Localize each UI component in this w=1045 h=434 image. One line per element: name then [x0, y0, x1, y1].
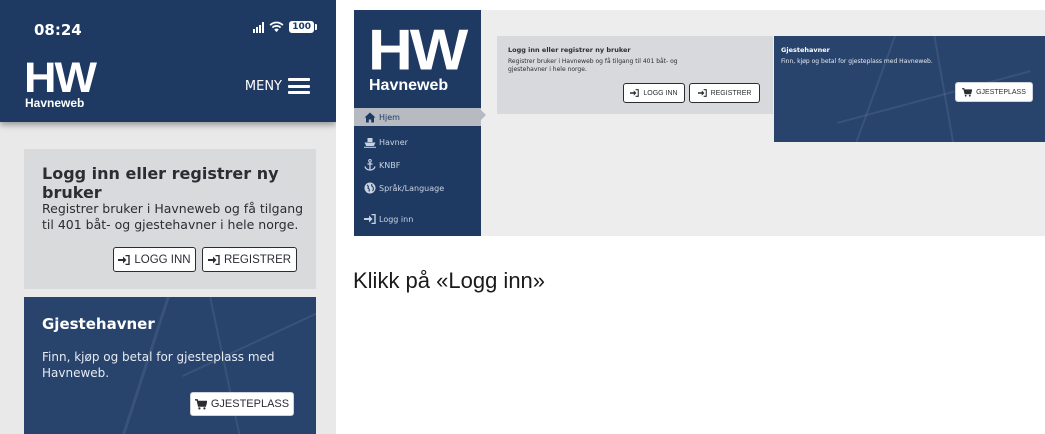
register-button[interactable]: REGISTRER — [689, 83, 760, 103]
sign-in-icon — [118, 254, 131, 265]
sidebar: HW Havneweb Hjem Havner KNBF Språk/Langu… — [354, 10, 481, 236]
status-time: 08:24 — [34, 21, 82, 39]
cart-icon — [194, 398, 207, 409]
guest-harbour-card: Gjestehavner Finn, kjøp og betal for gje… — [774, 36, 1045, 142]
login-button-label: LOGG INN — [643, 89, 678, 97]
menu-label: MENY — [244, 78, 282, 94]
sailboat-mast-graphic — [848, 36, 902, 142]
sidebar-item-logg-inn[interactable]: Logg inn — [354, 210, 481, 228]
sidebar-item-label: Hjem — [379, 112, 400, 122]
register-button[interactable]: REGISTRER — [202, 247, 297, 272]
globe-icon — [364, 182, 376, 194]
anchor-icon — [364, 159, 376, 171]
guest-card-description: Finn, kjøp og betal for gjesteplass med … — [781, 58, 933, 65]
status-icons: 100 — [253, 21, 317, 33]
guest-button-label: GJESTEPLASS — [210, 398, 290, 410]
desktop-screenshot: HW Havneweb Hjem Havner KNBF Språk/Langu… — [354, 10, 1045, 236]
guest-place-button[interactable]: GJESTEPLASS — [190, 392, 294, 416]
login-card-description: Registrer bruker i Havneweb og få tilgan… — [42, 201, 304, 232]
guest-card-description: Finn, kjøp og betal for gjesteplass med … — [42, 350, 275, 380]
guest-card-title: Gjestehavner — [42, 315, 155, 333]
login-card-title: Logg inn eller registrer ny bruker — [42, 164, 279, 202]
home-icon — [364, 111, 376, 123]
logo-mark: HW — [24, 53, 97, 102]
login-card: Logg inn eller registrer ny bruker Regis… — [24, 149, 316, 289]
ship-icon — [364, 136, 376, 148]
sign-in-icon — [697, 89, 707, 97]
mobile-screenshot: 08:24 100 HW Havneweb MENY Logg inn elle… — [0, 0, 336, 434]
login-button-label: LOGG INN — [134, 253, 191, 266]
sidebar-item-label: Logg inn — [379, 214, 414, 224]
battery-icon: 100 — [289, 21, 317, 33]
active-nav-indicator — [481, 110, 486, 120]
havneweb-logo[interactable]: HW Havneweb — [24, 53, 97, 109]
mobile-header: 08:24 100 HW Havneweb MENY — [0, 0, 336, 122]
sign-in-icon — [630, 89, 640, 97]
sidebar-item-havner[interactable]: Havner — [354, 133, 481, 151]
guest-harbour-card: Gjestehavner Finn, kjøp og betal for gje… — [24, 297, 316, 434]
guest-button-label: GJESTEPLASS — [976, 88, 1026, 96]
guest-place-button[interactable]: GJESTEPLASS — [955, 82, 1033, 102]
login-button[interactable]: LOGG INN — [623, 83, 685, 103]
logo-mark: HW — [368, 18, 468, 83]
login-card-description: Registrer bruker i Havneweb og få tilgan… — [508, 58, 678, 73]
signal-icon — [253, 21, 265, 33]
hamburger-icon — [288, 78, 310, 94]
login-card: Logg inn eller registrer ny bruker Regis… — [497, 36, 773, 114]
register-button-label: REGISTRER — [223, 253, 292, 266]
sidebar-item-language[interactable]: Språk/Language — [354, 179, 481, 197]
sidebar-item-knbf[interactable]: KNBF — [354, 156, 481, 174]
sidebar-item-label: Språk/Language — [379, 183, 445, 193]
sign-in-icon — [364, 213, 376, 225]
register-button-label: REGISTRER — [710, 89, 752, 97]
havneweb-logo[interactable]: HW Havneweb — [368, 18, 468, 94]
instruction-figure: 08:24 100 HW Havneweb MENY Logg inn elle… — [0, 0, 1045, 434]
instruction-caption: Klikk på «Logg inn» — [353, 268, 546, 293]
login-button[interactable]: LOGG INN — [113, 247, 196, 272]
menu-button[interactable]: MENY — [245, 78, 310, 94]
sign-in-icon — [207, 254, 220, 265]
login-card-title: Logg inn eller registrer ny bruker — [508, 46, 631, 54]
sidebar-item-label: Havner — [379, 137, 408, 147]
wifi-icon — [269, 21, 284, 33]
sidebar-item-hjem[interactable]: Hjem — [354, 108, 481, 126]
sidebar-item-label: KNBF — [379, 160, 401, 170]
cart-icon — [962, 87, 973, 97]
guest-card-title: Gjestehavner — [781, 46, 830, 54]
